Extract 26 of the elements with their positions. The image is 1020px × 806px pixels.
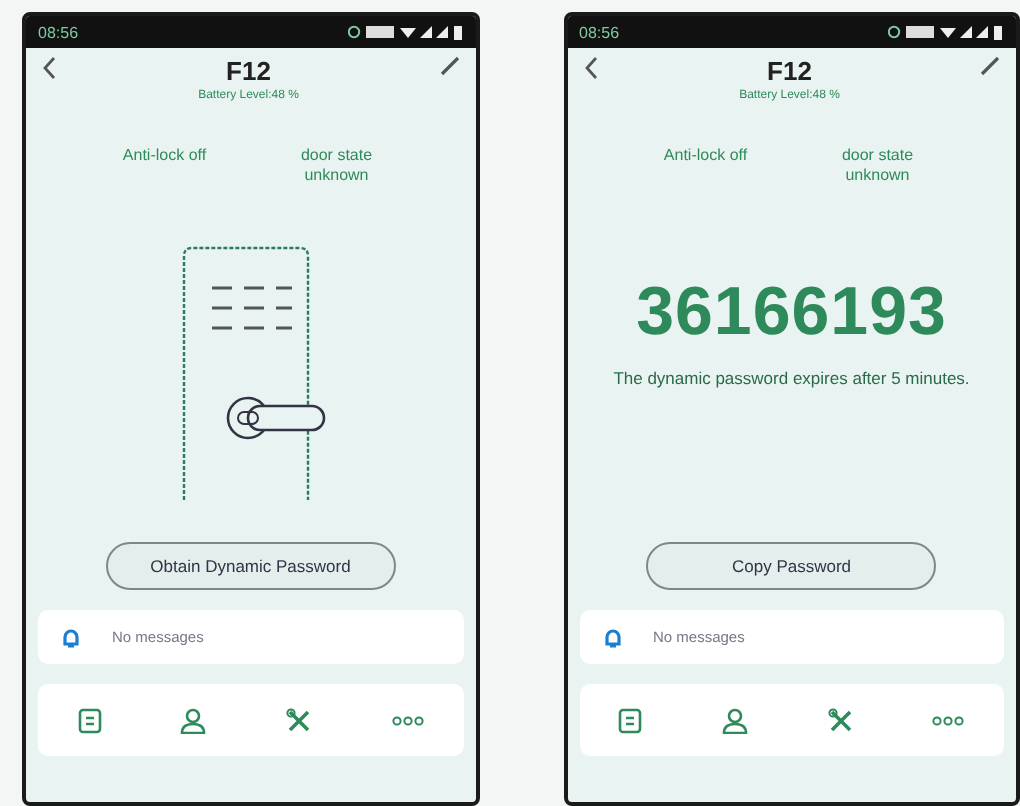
user-icon[interactable]: [721, 707, 748, 733]
device-title: F12: [767, 56, 812, 86]
back-icon[interactable]: [42, 56, 58, 80]
record-icon[interactable]: [77, 707, 102, 733]
status-time: 08:56: [38, 23, 79, 41]
dynamic-password: 36166193: [636, 274, 947, 352]
back-icon[interactable]: [583, 56, 599, 80]
password-expiry-note: The dynamic password expires after 5 minutes.: [611, 368, 972, 392]
bell-icon: [603, 627, 621, 647]
tools-icon[interactable]: [286, 707, 313, 733]
user-icon[interactable]: [180, 707, 207, 733]
anti-lock-status: Anti-lock off: [120, 146, 209, 168]
status-time: 08:56: [579, 23, 620, 41]
tools-icon[interactable]: [827, 707, 854, 733]
record-icon[interactable]: [618, 707, 643, 733]
door-state-status: door state unknown: [298, 146, 375, 189]
door-state-status: door state unknown: [839, 146, 916, 189]
anti-lock-status: Anti-lock off: [661, 146, 750, 168]
more-icon[interactable]: [391, 715, 424, 725]
action-button[interactable]: Obtain Dynamic Password: [105, 542, 396, 590]
status-icons: [888, 24, 1004, 40]
action-button[interactable]: Copy Password: [646, 542, 937, 590]
more-icon[interactable]: [932, 715, 965, 725]
bell-icon: [62, 627, 80, 647]
device-title: F12: [226, 56, 271, 86]
status-icons: [347, 24, 463, 40]
